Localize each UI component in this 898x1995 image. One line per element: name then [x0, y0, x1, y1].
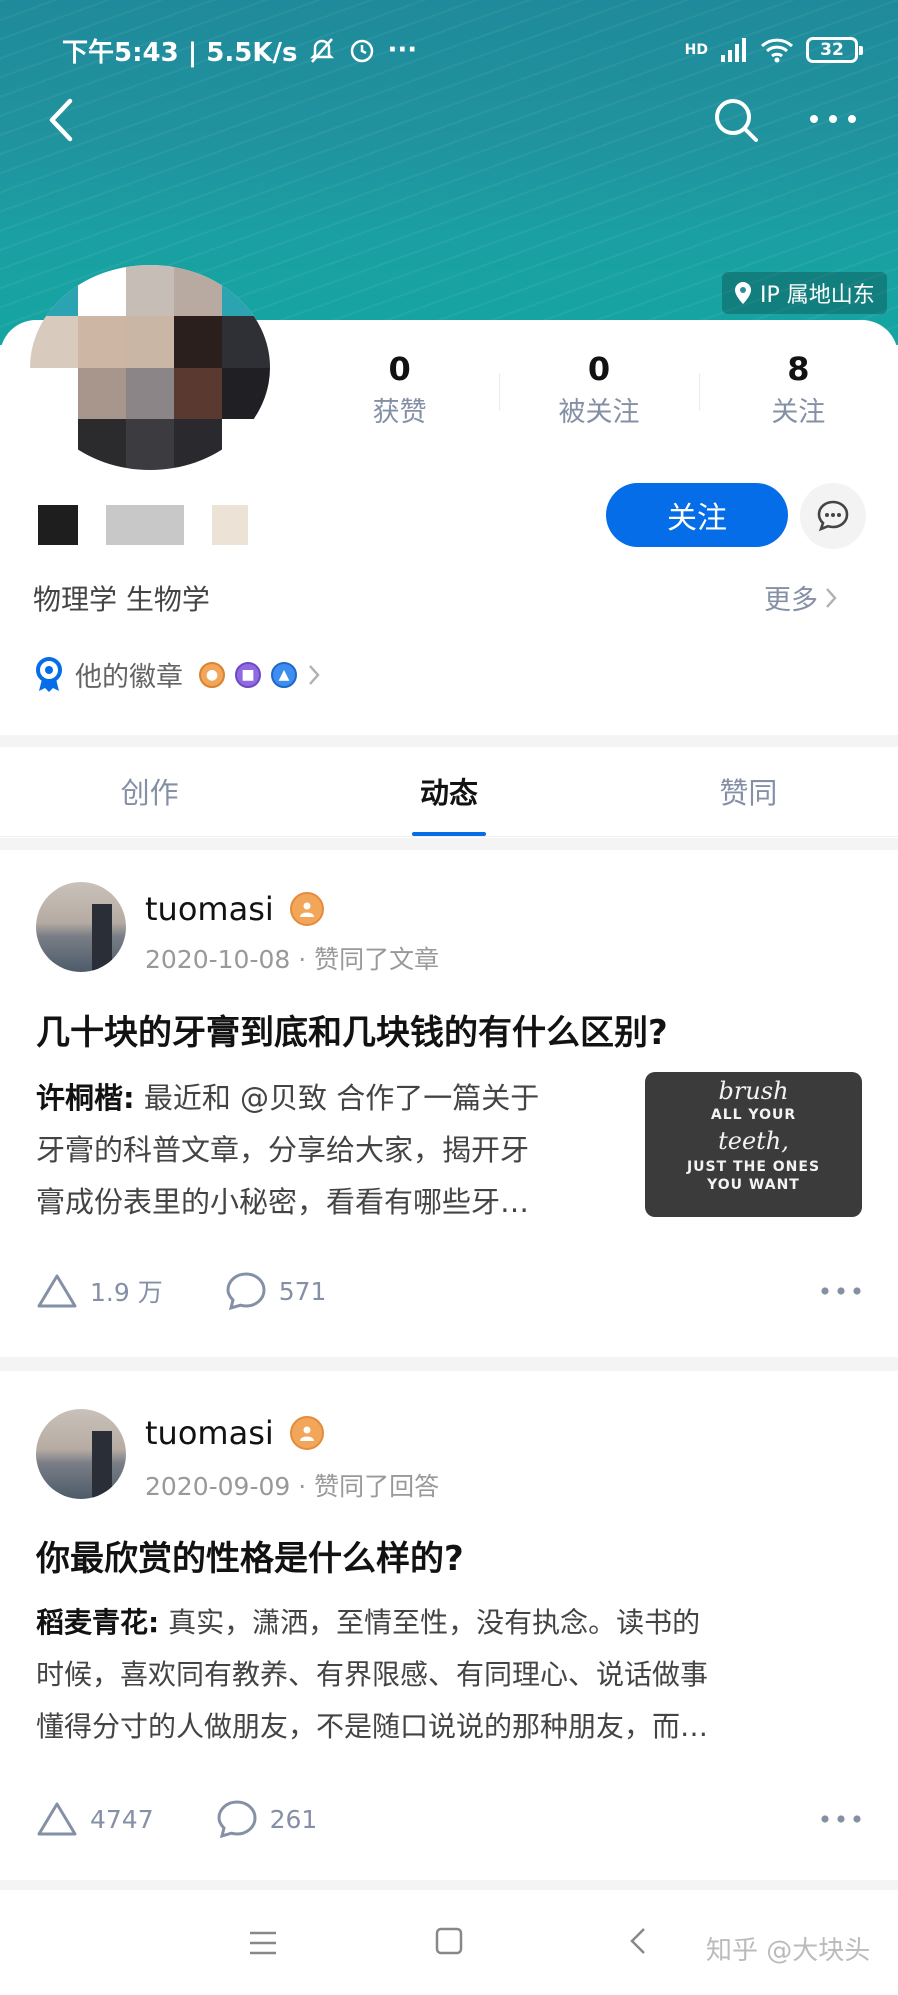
- upvote-button[interactable]: 1.9 万: [36, 1273, 163, 1309]
- upvote-button[interactable]: 4747: [36, 1801, 154, 1837]
- message-button[interactable]: [800, 483, 866, 549]
- meta-dot: ·: [298, 1472, 315, 1501]
- comment-icon: [217, 1800, 257, 1839]
- tab-upvotes[interactable]: 赞同: [599, 747, 898, 836]
- feed-title[interactable]: 你最欣赏的性格是什么样的?: [36, 1531, 868, 1580]
- feed-username: tuomasi: [145, 890, 274, 928]
- comment-icon: [226, 1272, 266, 1311]
- feed-actions: 4747 261: [36, 1795, 862, 1843]
- home-icon[interactable]: [435, 1927, 463, 1955]
- user-badge-icon: ●: [199, 661, 225, 688]
- feed-username: tuomasi: [145, 1414, 274, 1452]
- location-pin-icon: [735, 282, 751, 304]
- user-badge-icon: [289, 1416, 324, 1450]
- badges-label: 他的徽章: [75, 662, 183, 693]
- signal-icon: [721, 38, 746, 62]
- feed-user-avatar[interactable]: [36, 882, 126, 972]
- comment-button[interactable]: 261: [216, 1799, 317, 1839]
- alarm-icon: [351, 39, 374, 63]
- feed-date: 2020-09-09: [145, 1472, 291, 1501]
- stat-following[interactable]: 8 关注: [698, 345, 898, 445]
- status-more-dots: ···: [387, 35, 418, 65]
- profile-bio: 物理学 生物学: [33, 583, 210, 616]
- comment-button[interactable]: 571: [225, 1271, 326, 1311]
- wifi-icon: [760, 38, 794, 63]
- more-options-icon[interactable]: [808, 106, 858, 132]
- profile-stats: 0 获赞 0 被关注 8 关注: [300, 345, 898, 445]
- search-icon[interactable]: [712, 96, 760, 144]
- section-divider: [0, 1357, 898, 1371]
- mute-icon: [310, 38, 335, 63]
- ip-location-badge: IP 属地山东: [722, 272, 887, 314]
- creator-badge-icon: ■: [235, 661, 261, 688]
- chevron-right-icon: [826, 587, 837, 608]
- badges-row[interactable]: 他的徽章 ● ■ ▲: [33, 655, 321, 694]
- feed-user-avatar[interactable]: [36, 1409, 126, 1499]
- upvote-icon: [37, 1802, 77, 1836]
- stat-likes[interactable]: 0 获赞: [300, 345, 499, 445]
- tab-activity[interactable]: 动态: [299, 747, 598, 836]
- more-options-icon[interactable]: [820, 1285, 862, 1297]
- medal-icon: [36, 656, 62, 692]
- feed-thumbnail[interactable]: brush ALL YOUR teeth, JUST THE ONES YOU …: [645, 1072, 862, 1217]
- follow-button[interactable]: 关注: [606, 483, 788, 547]
- battery-indicator: 32: [806, 37, 863, 63]
- feed-item[interactable]: tuomasi 2020-09-09 · 赞同了回答 你最欣赏的性格是什么样的?…: [0, 1371, 898, 1880]
- watermark-text: 知乎 @大块头: [706, 1936, 871, 1966]
- system-back-icon[interactable]: [628, 1926, 648, 1956]
- upvote-icon: [37, 1274, 77, 1308]
- feed-meta: 2020-10-08 · 赞同了文章: [145, 940, 439, 976]
- user-badge-icon: [289, 892, 324, 926]
- feed-title[interactable]: 几十块的牙膏到底和几块钱的有什么区别?: [36, 1005, 868, 1054]
- feed-meta: 2020-09-09 · 赞同了回答: [145, 1467, 439, 1503]
- feed-action: 赞同了文章: [314, 945, 440, 974]
- username-redacted: [38, 505, 248, 545]
- network-type: HD: [684, 42, 708, 58]
- feed-excerpt[interactable]: 许桐楷: 最近和 @贝致 合作了一篇关于 牙膏的科普文章，分享给大家，揭开牙 膏…: [36, 1072, 636, 1228]
- profile-tabs: 创作 动态 赞同: [0, 747, 898, 837]
- feed-user[interactable]: tuomasi: [145, 1414, 324, 1452]
- feed-date: 2020-10-08: [145, 945, 291, 974]
- section-divider: [0, 838, 898, 850]
- section-divider: [0, 1880, 898, 1890]
- section-divider: [0, 735, 898, 747]
- stat-followers[interactable]: 0 被关注: [499, 345, 698, 445]
- back-arrow-icon[interactable]: [40, 95, 84, 145]
- status-time-speed: 下午5:43 | 5.5K/s: [62, 37, 298, 68]
- rank-badge-icon: ▲: [271, 661, 297, 688]
- meta-dot: ·: [298, 945, 315, 974]
- chat-bubble-icon: [817, 500, 849, 532]
- tab-creations[interactable]: 创作: [0, 747, 299, 836]
- feed-item[interactable]: tuomasi 2020-10-08 · 赞同了文章 几十块的牙膏到底和几块钱的…: [0, 850, 898, 1357]
- avatar[interactable]: [30, 265, 270, 470]
- more-profile-link[interactable]: 更多: [764, 578, 838, 617]
- excerpt-author: 许桐楷:: [36, 1081, 135, 1115]
- feed-actions: 1.9 万 571: [36, 1267, 862, 1315]
- feed-excerpt[interactable]: 稻麦青花: 真实，潇洒，至情至性，没有执念。读书的 时候，喜欢同有教养、有界限感…: [36, 1597, 866, 1753]
- status-bar: 下午5:43 | 5.5K/s ··· HD 32: [62, 30, 863, 70]
- more-options-icon[interactable]: [820, 1813, 862, 1825]
- chevron-right-icon: [309, 664, 320, 685]
- feed-action: 赞同了回答: [314, 1472, 440, 1501]
- feed-user[interactable]: tuomasi: [145, 890, 324, 928]
- system-nav-bar: 知乎 @大块头: [0, 1890, 898, 1995]
- menu-icon[interactable]: [248, 1930, 278, 1956]
- excerpt-author: 稻麦青花:: [36, 1606, 160, 1639]
